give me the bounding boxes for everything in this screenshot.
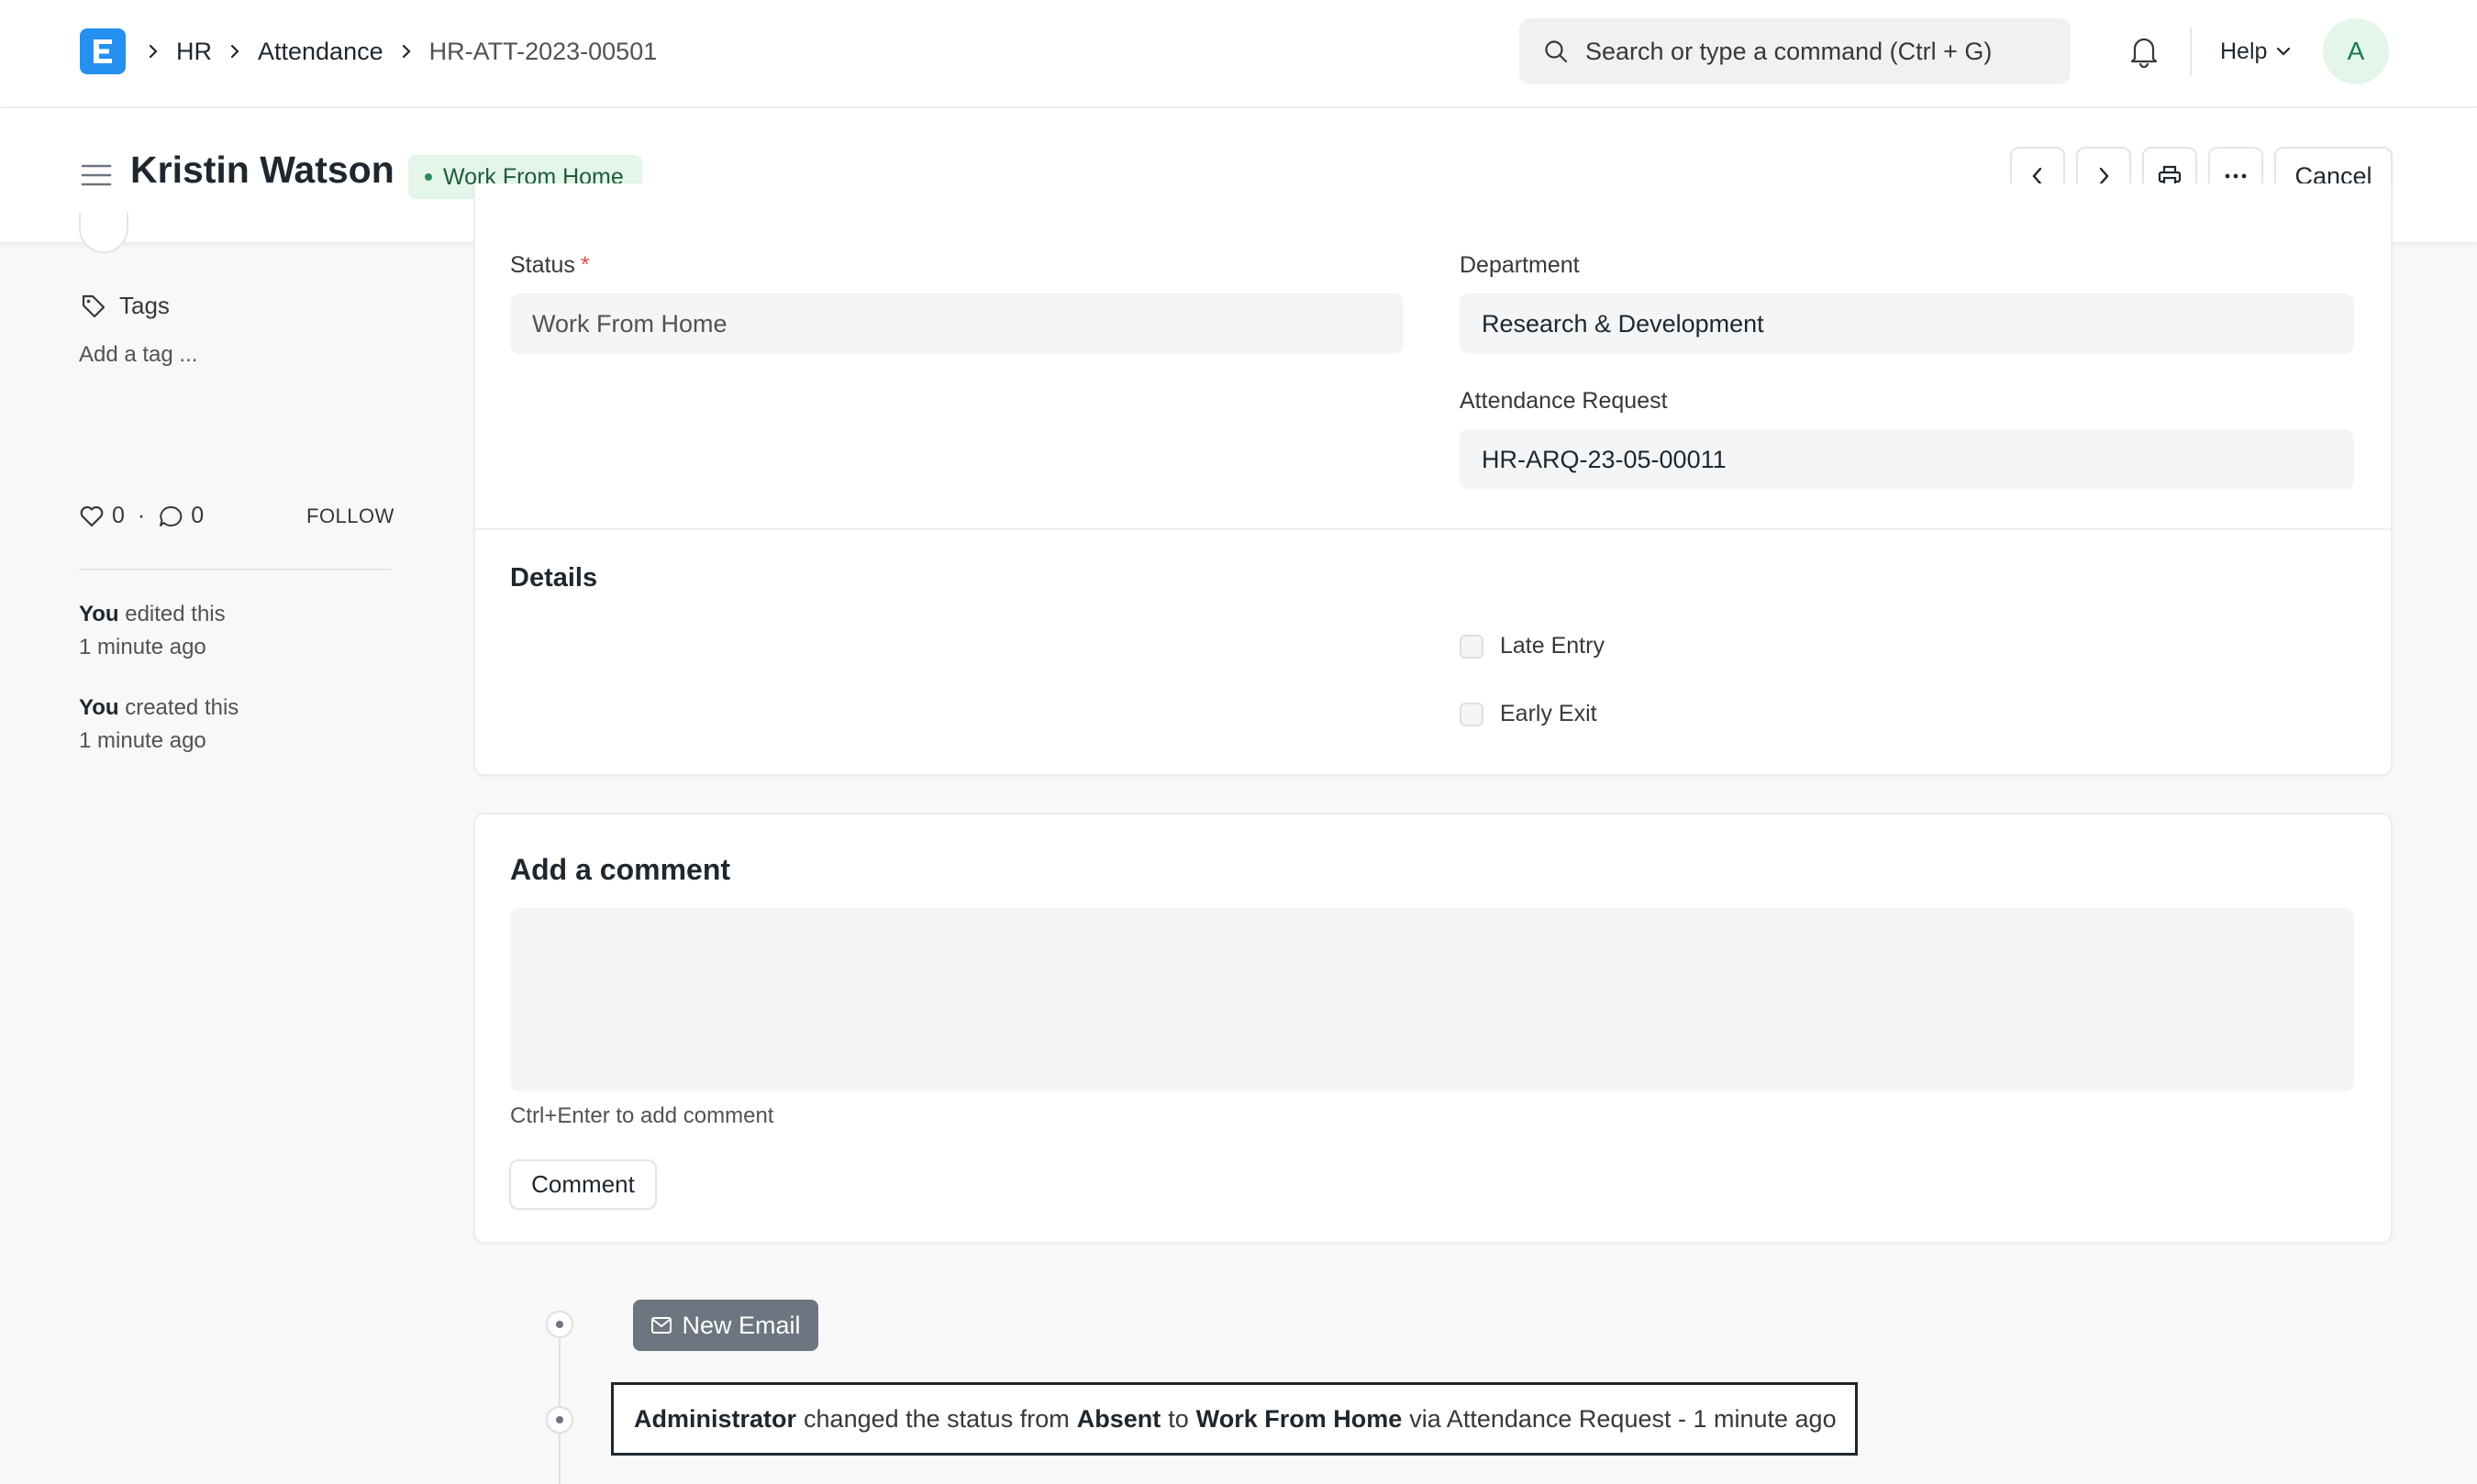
activity-action: edited this (125, 602, 226, 626)
chevron-right-icon (147, 42, 160, 61)
activity-actor: You (79, 695, 119, 720)
status-dot-icon (425, 173, 432, 181)
notifications-button[interactable] (2128, 35, 2160, 72)
page-title: Kristin Watson (130, 149, 394, 191)
late-entry-label: Late Entry (1500, 633, 1605, 659)
tag-icon (82, 294, 106, 317)
comment-section-title: Add a comment (510, 853, 731, 886)
mail-icon (651, 1317, 672, 1334)
tags-label: Tags (119, 292, 170, 319)
ellipsis-icon (2225, 173, 2247, 179)
checkbox-box[interactable] (1460, 702, 1483, 726)
navbar-divider (2190, 28, 2192, 75)
activity-time: 1 minute ago (79, 728, 206, 753)
comment-button[interactable]: Comment (509, 1159, 657, 1210)
checkbox-box[interactable] (1460, 634, 1483, 659)
timeline-text: to (1168, 1404, 1189, 1433)
department-field-label: Department (1460, 252, 1580, 278)
breadcrumb: HR Attendance HR-ATT-2023-00501 (147, 0, 657, 103)
breadcrumb-hr[interactable]: HR (176, 38, 212, 66)
chevron-right-icon (228, 42, 241, 61)
activity-item: You created this 1 minute ago (79, 692, 239, 758)
sidebar-divider (79, 569, 391, 570)
comment-bubble-icon[interactable] (158, 504, 183, 528)
attendance-request-field-label: Attendance Request (1460, 388, 1668, 414)
comment-hint: Ctrl+Enter to add comment (510, 1103, 774, 1128)
department-field[interactable]: Research & Development (1460, 293, 2354, 354)
search-placeholder: Search or type a command (Ctrl + G) (1585, 37, 1993, 65)
avatar[interactable]: A (2323, 18, 2389, 84)
required-asterisk: * (580, 252, 590, 278)
search-icon (1545, 40, 1568, 63)
activity-action: created this (125, 695, 239, 720)
breadcrumb-attendance[interactable]: Attendance (258, 38, 383, 66)
timeline-from-status: Absent (1076, 1404, 1161, 1433)
activity-actor: You (79, 602, 119, 626)
app-logo[interactable] (80, 28, 126, 74)
section-divider (473, 528, 2393, 530)
search-input[interactable]: Search or type a command (Ctrl + G) (1519, 18, 2071, 84)
timeline-actor: Administrator (634, 1404, 797, 1433)
tags-heading: Tags (81, 292, 170, 320)
early-exit-label: Early Exit (1500, 701, 1597, 726)
comment-input[interactable] (510, 908, 2354, 1091)
attendance-request-field[interactable]: HR-ARQ-23-05-00011 (1460, 429, 2354, 490)
new-email-label: New Email (682, 1311, 801, 1339)
likes-count: 0 (112, 503, 125, 528)
status-field[interactable]: Work From Home (510, 293, 1404, 354)
timeline-to-status: Work From Home (1195, 1404, 1403, 1433)
late-entry-checkbox[interactable]: Late Entry (1460, 633, 1605, 659)
timeline-text: changed the status from (804, 1404, 1070, 1433)
early-exit-checkbox[interactable]: Early Exit (1460, 701, 1597, 727)
details-section-title: Details (510, 563, 598, 592)
separator-dot: · (137, 503, 146, 528)
navbar: HR Attendance HR-ATT-2023-00501 Search o… (0, 0, 2477, 108)
timeline-dot (546, 1311, 573, 1338)
new-email-button[interactable]: New Email (633, 1300, 818, 1351)
help-label: Help (2220, 38, 2268, 64)
status-label-text: Status (510, 252, 575, 278)
heart-icon[interactable] (79, 504, 105, 528)
erpnext-logo-icon (94, 39, 112, 63)
comments-count: 0 (191, 503, 205, 528)
sidebar-image-placeholder (79, 213, 128, 253)
timeline-dot (546, 1406, 573, 1434)
follow-button[interactable]: FOLLOW (306, 504, 394, 528)
timeline-text: via Attendance Request - 1 minute ago (1409, 1404, 1837, 1433)
activity-item: You edited this 1 minute ago (79, 598, 226, 664)
chevron-right-icon (400, 42, 413, 61)
timeline-entry: Administrator changed the status from Ab… (611, 1382, 1858, 1456)
breadcrumb-current-doc[interactable]: HR-ATT-2023-00501 (429, 38, 658, 66)
help-dropdown[interactable]: Help (2220, 0, 2293, 103)
add-tag-link[interactable]: Add a tag ... (79, 342, 197, 368)
chevron-down-icon (2277, 47, 2291, 56)
hamburger-menu-icon (81, 164, 112, 186)
bell-icon (2130, 38, 2158, 69)
activity-time: 1 minute ago (79, 635, 206, 659)
status-field-label: Status * (510, 252, 590, 279)
sidebar-toggle[interactable] (81, 162, 112, 193)
social-stats: 0 · 0 (79, 503, 204, 529)
